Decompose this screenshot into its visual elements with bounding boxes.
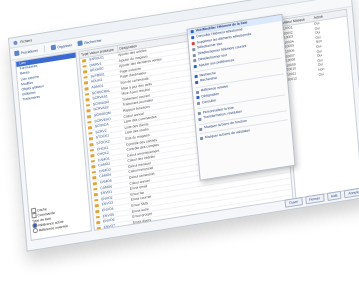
cancel-button[interactable]: Annuler: [344, 187, 359, 199]
record-icon: [86, 114, 91, 119]
record-icon: [89, 148, 94, 152]
search-label: Rechercher: [84, 37, 102, 45]
close-button[interactable]: Fermer: [304, 193, 325, 205]
menu-item-icon: [191, 41, 195, 46]
record-icon: [86, 120, 92, 124]
procedures-button[interactable]: Procédures: [14, 47, 39, 57]
open-button[interactable]: Ouvrir: [284, 196, 303, 208]
sidebar-options: Cache Commande Type de liste Référence acti…: [30, 203, 68, 234]
help-button[interactable]: Aide: [326, 190, 342, 202]
record-icon: [85, 109, 91, 113]
record-icon: [89, 154, 95, 158]
record-icon: [81, 59, 86, 63]
record-icon: [88, 137, 93, 141]
record-icon: [84, 92, 89, 96]
record-icon: [91, 176, 97, 180]
menu-item-icon: [199, 137, 204, 141]
window-title: Fichiers: [20, 37, 33, 44]
menu-item-icon: [198, 117, 202, 121]
right-panel: Valeur Masque Activé 10001 Oui 10002 Oui 100…: [279, 8, 359, 200]
menu-item-icon: [192, 53, 196, 57]
app-icon: [13, 40, 18, 45]
radio-button[interactable]: [32, 228, 38, 234]
record-icon: [92, 187, 98, 191]
menu-item-icon: [190, 30, 194, 34]
record-icon: [88, 142, 94, 147]
record-icon: [82, 75, 88, 80]
menu-item-icon: [196, 101, 201, 106]
menu-item-icon: [195, 90, 200, 94]
menu-item-icon: [192, 47, 196, 52]
menu-item-icon: [193, 59, 197, 63]
menu-item-icon: [195, 80, 199, 85]
record-icon: [93, 193, 98, 197]
search-icon: [77, 40, 83, 47]
context-menu: Voir/Modifier l'élément de la liste Consu…: [186, 13, 296, 181]
record-icon: [81, 64, 87, 68]
menu-item-icon: [191, 36, 195, 40]
record-icon: [83, 81, 88, 85]
organize-button[interactable]: Organiser: [50, 42, 73, 51]
procedures-label: Procédures: [20, 47, 39, 55]
record-icon: [84, 98, 90, 102]
search-button[interactable]: Rechercher: [77, 37, 102, 47]
organize-label: Organiser: [57, 42, 73, 49]
record-icon: [90, 159, 95, 163]
toolbar-divider: [43, 45, 46, 53]
record-icon: [94, 204, 99, 208]
record-icon: [92, 182, 97, 186]
menu-item-icon: [193, 64, 197, 69]
record-icon: [94, 209, 99, 214]
record-icon: [85, 103, 90, 108]
record-icon: [93, 198, 98, 203]
folder-icon: [14, 50, 20, 57]
menu-item-icon: [196, 96, 200, 100]
record-icon: [91, 170, 96, 175]
record-icon: [95, 215, 100, 219]
screenshot: Fichiers Procédures Organiser Rechercher…: [0, 0, 359, 297]
application-window: Fichiers Procédures Organiser Rechercher…: [8, 0, 359, 252]
menu-item-icon: [197, 111, 201, 116]
record-icon: [87, 126, 92, 130]
record-icon: [82, 70, 87, 74]
menu-item-icon: [194, 74, 198, 79]
menu-item-icon: [199, 127, 203, 131]
organize-icon: [50, 44, 56, 51]
record-icon: [87, 131, 93, 135]
record-icon: [90, 165, 96, 169]
record-icon: [95, 221, 100, 225]
record-icon: [83, 87, 89, 91]
